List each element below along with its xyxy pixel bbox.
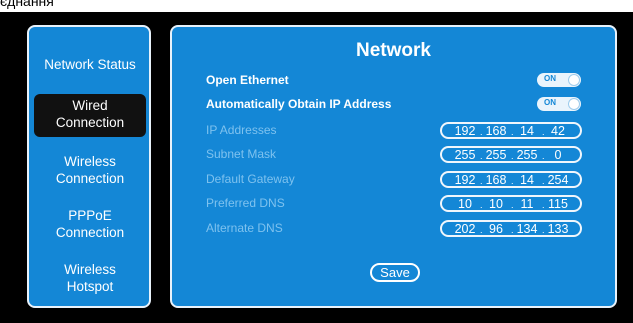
ip-octet[interactable]: 254 xyxy=(544,173,572,187)
toggle-state-text: ON xyxy=(544,74,556,83)
sidebar-item-label: PPPoE xyxy=(68,208,112,223)
ip-octet[interactable]: 192 xyxy=(451,173,479,187)
network-settings-panel: Network Open Ethernet ON Automatically O… xyxy=(170,25,617,308)
ip-octet[interactable]: 134 xyxy=(513,222,541,236)
ip-address-label: IP Addresses xyxy=(206,123,277,137)
sidebar-item-label: Connection xyxy=(55,225,125,240)
sidebar-item-label: Wired xyxy=(72,98,108,113)
ip-octet[interactable]: 255 xyxy=(513,148,541,162)
preferred-dns-field[interactable]: 10 . 10 . 11 . 115 xyxy=(440,195,582,212)
sidebar-item-wireless-connection[interactable]: Wireless Connection xyxy=(34,153,146,189)
ip-octet[interactable]: 168 xyxy=(482,124,510,138)
sidebar-item-label: Hotspot xyxy=(66,279,114,294)
toggle-state-text: ON xyxy=(544,98,556,107)
window-caption: єднання xyxy=(0,0,54,9)
auto-ip-toggle[interactable]: ON xyxy=(537,97,581,111)
ip-octet[interactable]: 11 xyxy=(513,197,541,211)
sidebar-item-label: Wireless xyxy=(64,154,116,169)
ip-octet[interactable]: 202 xyxy=(451,222,479,236)
sidebar-item-label: Connection xyxy=(55,115,125,130)
ip-octet[interactable]: 0 xyxy=(544,148,572,162)
alternate-dns-field[interactable]: 202 . 96 . 134 . 133 xyxy=(440,220,582,237)
toggle-knob xyxy=(568,74,580,86)
open-ethernet-label: Open Ethernet xyxy=(206,73,289,87)
default-gateway-field[interactable]: 192 . 168 . 14 . 254 xyxy=(440,171,582,188)
auto-ip-label: Automatically Obtain IP Address xyxy=(206,97,392,111)
sidebar-item-wireless-hotspot[interactable]: Wireless Hotspot xyxy=(34,261,146,297)
ip-octet[interactable]: 255 xyxy=(482,148,510,162)
ip-octet[interactable]: 14 xyxy=(513,173,541,187)
preferred-dns-label: Preferred DNS xyxy=(206,196,285,210)
save-button[interactable]: Save xyxy=(370,263,420,282)
sidebar-item-label: Connection xyxy=(55,171,125,186)
ip-octet[interactable]: 14 xyxy=(513,124,541,138)
subnet-mask-field[interactable]: 255 . 255 . 255 . 0 xyxy=(440,146,582,163)
sidebar: Network Status Wired Connection Wireless… xyxy=(27,25,151,308)
ip-address-field[interactable]: 192 . 168 . 14 . 42 xyxy=(440,122,582,139)
sidebar-item-label: Wireless xyxy=(64,262,116,277)
sidebar-item-network-status[interactable]: Network Status xyxy=(34,54,146,76)
ip-octet[interactable]: 133 xyxy=(544,222,572,236)
sidebar-item-pppoe-connection[interactable]: PPPoE Connection xyxy=(34,207,146,243)
page-title: Network xyxy=(356,40,431,61)
ip-octet[interactable]: 96 xyxy=(482,222,510,236)
open-ethernet-toggle[interactable]: ON xyxy=(537,73,581,87)
ip-octet[interactable]: 10 xyxy=(482,197,510,211)
ip-octet[interactable]: 255 xyxy=(451,148,479,162)
subnet-mask-label: Subnet Mask xyxy=(206,147,277,161)
ip-octet[interactable]: 42 xyxy=(544,124,572,138)
sidebar-item-wired-connection[interactable]: Wired Connection xyxy=(34,94,146,137)
ip-octet[interactable]: 168 xyxy=(482,173,510,187)
toggle-knob xyxy=(568,98,580,110)
ip-octet[interactable]: 192 xyxy=(451,124,479,138)
top-window-strip: єднання xyxy=(0,0,633,12)
alternate-dns-label: Alternate DNS xyxy=(206,221,283,235)
default-gateway-label: Default Gateway xyxy=(206,172,295,186)
ip-octet[interactable]: 115 xyxy=(544,197,572,211)
ip-octet[interactable]: 10 xyxy=(451,197,479,211)
sidebar-item-label: Network Status xyxy=(44,57,136,72)
